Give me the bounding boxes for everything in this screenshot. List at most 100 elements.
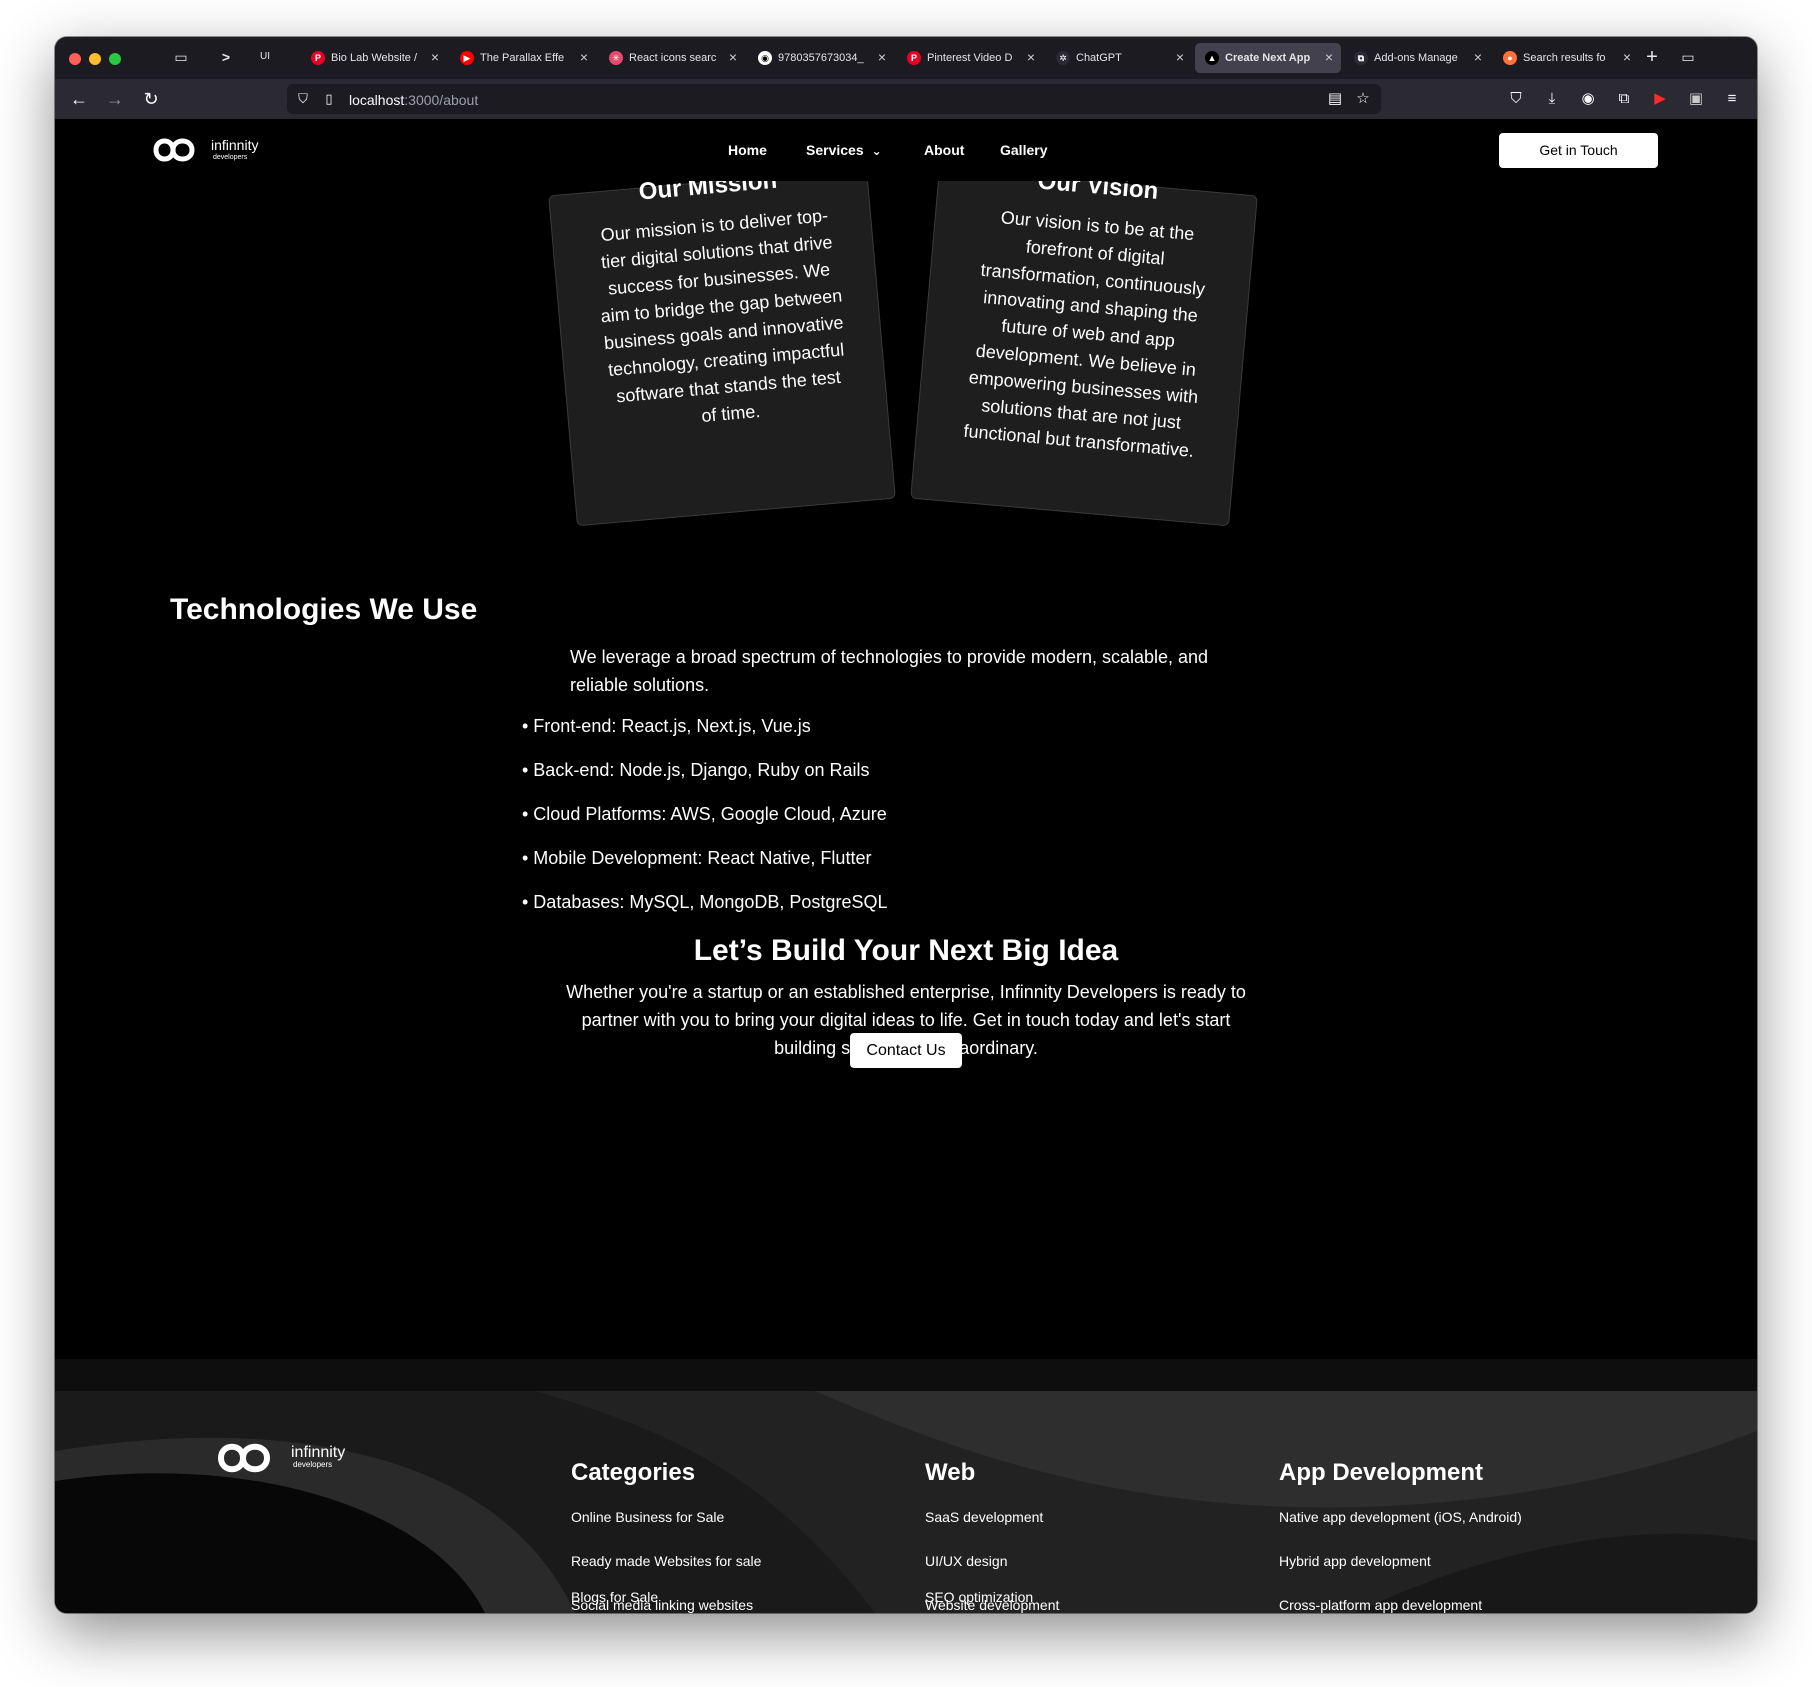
footer-link[interactable]: UI/UX design (925, 1553, 1007, 1569)
technologies-title: Technologies We Use (170, 593, 478, 626)
get-in-touch-button[interactable]: Get in Touch (1499, 133, 1658, 168)
tech-list-item: • Mobile Development: React Native, Flut… (522, 848, 872, 868)
footer-wave-background (55, 1391, 1757, 1613)
browser-tab[interactable]: ▶ The Parallax Effe × (450, 43, 596, 73)
vision-text: Our vision is to be at the forefront of … (962, 207, 1206, 461)
url-text[interactable]: localhost:3000/about (349, 92, 478, 108)
browser-tab-title: ChatGPT (1076, 52, 1122, 64)
extensions-icon[interactable]: ⧉ (1612, 87, 1636, 111)
ui-tab-icon[interactable]: UI (254, 46, 276, 68)
nav-services-link[interactable]: Services ⌄ (806, 142, 882, 158)
browser-tab-title: Search results fo (1523, 52, 1606, 64)
pinterest-icon: P (311, 51, 325, 65)
footer-link[interactable]: Social media linking websites (571, 1597, 753, 1613)
pinterest-icon: P (907, 51, 921, 65)
browser-tab[interactable]: ✲ ChatGPT × (1046, 43, 1192, 73)
youtube-icon: ▶ (460, 51, 474, 65)
reader-view-icon[interactable]: ▤ (1323, 87, 1347, 111)
reload-icon[interactable]: ↻ (139, 87, 163, 111)
footer-categories-title: Categories (571, 1459, 696, 1486)
nav-gallery-link[interactable]: Gallery (1000, 142, 1047, 158)
footer-link[interactable]: Native app development (iOS, Android) (1279, 1509, 1522, 1525)
terminal-tab-icon[interactable]: > (215, 46, 237, 68)
technologies-intro: We leverage a broad spectrum of technolo… (570, 647, 1209, 695)
browser-tab-title: Create Next App (1225, 52, 1311, 64)
nav-about-link[interactable]: About (924, 142, 964, 158)
footer-link[interactable]: Ready made Websites for sale (571, 1553, 761, 1569)
contact-us-button[interactable]: Contact Us (850, 1033, 962, 1068)
footer-link[interactable]: Cross-platform app development (1279, 1597, 1482, 1613)
bookmark-star-icon[interactable]: ☆ (1351, 87, 1375, 111)
footer-link[interactable]: SaaS development (925, 1509, 1043, 1525)
browser-tab[interactable]: ⧉ Add-ons Manage × (1344, 43, 1490, 73)
footer-link[interactable]: Hybrid app development (1279, 1553, 1431, 1569)
chatgpt-icon: ✲ (1056, 51, 1070, 65)
close-tab-icon[interactable]: × (580, 49, 588, 65)
navigation-toolbar: ← → ↻ ⛉ ▯ localhost:3000/about ▤ ☆ ⛉ ⤓ ◉… (55, 79, 1757, 119)
footer-infinity-logo-icon[interactable]: infinnity developers (217, 1437, 377, 1479)
browser-tab-title: Add-ons Manage (1374, 52, 1458, 64)
url-path: :3000/about (404, 92, 479, 108)
firefox-view-icon[interactable]: ▭ (170, 46, 192, 68)
github-icon: ◉ (758, 51, 772, 65)
tech-list-item: • Databases: MySQL, MongoDB, PostgreSQL (522, 892, 888, 912)
browser-tab-title: Pinterest Video D (927, 52, 1013, 64)
nextjs-icon: ▲ (1205, 51, 1219, 65)
tech-list-item: • Back-end: Node.js, Django, Ruby on Rai… (522, 760, 870, 780)
footer-web-title: Web (925, 1459, 976, 1486)
notification-extension-icon[interactable]: ▣ (1684, 87, 1708, 111)
close-tab-icon[interactable]: × (1623, 49, 1631, 65)
browser-tab[interactable]: ✳ React icons searc × (599, 43, 745, 73)
close-tab-icon[interactable]: × (431, 49, 439, 65)
nav-services-label: Services (806, 142, 864, 158)
list-all-tabs-icon[interactable]: ▭ (1677, 46, 1699, 68)
footer-link[interactable]: Website development (925, 1597, 1059, 1613)
minimize-window-button[interactable] (89, 53, 101, 65)
address-bar[interactable]: ⛉ ▯ localhost:3000/about ▤ ☆ (287, 84, 1381, 114)
pocket-icon[interactable]: ⛉ (1504, 87, 1528, 111)
infinity-logo-icon[interactable]: infinnity developers (153, 133, 278, 167)
footer-divider (55, 1359, 1757, 1391)
maximize-window-button[interactable] (109, 53, 121, 65)
close-tab-icon[interactable]: × (1027, 49, 1035, 65)
cta-title: Let’s Build Your Next Big Idea (693, 934, 1119, 967)
mission-card: Our Mission Our mission is to deliver to… (548, 167, 896, 527)
browser-tab[interactable]: P Bio Lab Website / × (301, 43, 447, 73)
site-header: infinnity developers Home Services ⌄ Abou… (55, 119, 1757, 181)
browser-tab[interactable]: P Pinterest Video D × (897, 43, 1043, 73)
close-tab-icon[interactable]: × (878, 49, 886, 65)
close-window-button[interactable] (69, 53, 81, 65)
footer-link[interactable]: Online Business for Sale (571, 1509, 724, 1525)
firefox-icon: ● (1503, 51, 1517, 65)
browser-tab[interactable]: ● Search results fo × (1493, 43, 1639, 73)
footer-logo-text: infinnity (291, 1444, 345, 1461)
browser-tab-title: Bio Lab Website / (331, 52, 418, 64)
forward-arrow-icon[interactable]: → (103, 87, 127, 111)
account-icon[interactable]: ◉ (1576, 87, 1600, 111)
close-tab-icon[interactable]: × (1474, 49, 1482, 65)
mission-text: Our mission is to deliver top-tier digit… (599, 205, 845, 427)
shield-icon[interactable]: ⛉ (291, 87, 315, 111)
close-tab-icon[interactable]: × (729, 49, 737, 65)
site-footer: infinnity developers Categories Online B… (55, 1391, 1757, 1613)
new-tab-icon[interactable]: + (1641, 46, 1663, 68)
youtube-extension-icon[interactable]: ▶ (1648, 87, 1672, 111)
page-viewport: Our Mission Our mission is to deliver to… (55, 119, 1757, 1613)
browser-window: ▭ > UI P Bio Lab Website / × ▶ The Parallax… (55, 37, 1757, 1613)
chevron-down-icon: ⌄ (871, 144, 882, 158)
page-icon: ▯ (325, 91, 333, 106)
close-tab-icon[interactable]: × (1325, 49, 1333, 65)
tech-list-item: • Cloud Platforms: AWS, Google Cloud, Az… (522, 804, 887, 824)
logo-subtext: developers (213, 154, 248, 161)
back-arrow-icon[interactable]: ← (67, 87, 91, 111)
browser-tab-title: 9780357673034_ (778, 52, 864, 64)
browser-tab[interactable]: ◉ 9780357673034_ × (748, 43, 894, 73)
puzzle-icon: ⧉ (1354, 51, 1368, 65)
footer-logo-subtext: developers (293, 1460, 332, 1469)
url-host: localhost (349, 92, 405, 108)
download-icon[interactable]: ⤓ (1540, 87, 1564, 111)
nav-home-link[interactable]: Home (728, 142, 767, 158)
close-tab-icon[interactable]: × (1176, 49, 1184, 65)
menu-hamburger-icon[interactable]: ≡ (1720, 87, 1744, 111)
browser-tab[interactable]: ▲ Create Next App × (1195, 43, 1341, 73)
